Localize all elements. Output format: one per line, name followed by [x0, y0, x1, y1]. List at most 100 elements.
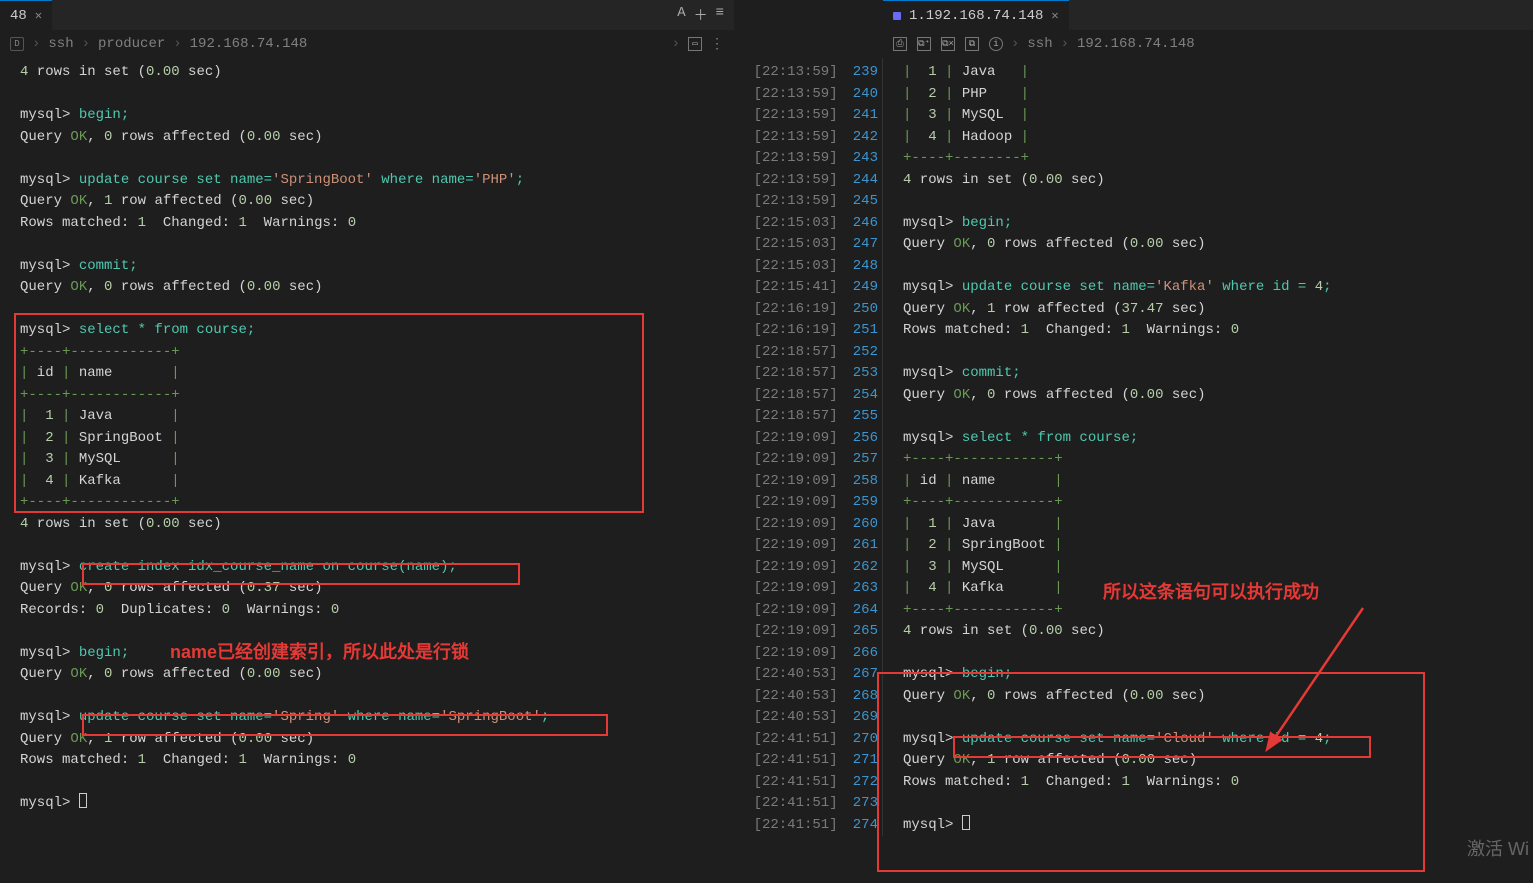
terminal-line: [903, 342, 1533, 364]
breadcrumb-item[interactable]: 192.168.74.148: [190, 36, 308, 52]
terminal-text: 2: [28, 428, 62, 450]
terminal-text: Java: [953, 514, 1054, 536]
add-icon[interactable]: ＋: [694, 5, 708, 25]
terminal-text: 1: [138, 750, 146, 772]
terminal-text: |: [945, 105, 953, 127]
terminal-text: 1: [28, 406, 62, 428]
new-term-icon[interactable]: ⧉⁺: [917, 37, 931, 51]
terminal-text: 1: [138, 213, 146, 235]
terminal-text: +----+------------+: [20, 492, 180, 514]
breadcrumb-item[interactable]: 192.168.74.148: [1077, 36, 1195, 52]
terminal-line: mysql> update course set name='Cloud' wh…: [903, 729, 1533, 751]
gutter-line: [22:19:09] 265: [734, 621, 878, 643]
terminal-text: MySQL: [953, 105, 1020, 127]
terminal-text: ;: [541, 707, 549, 729]
new-file-icon[interactable]: ⧉×: [941, 37, 955, 51]
terminal-line: 4 rows in set (0.00 sec): [903, 170, 1533, 192]
terminal-text: sec): [272, 729, 314, 751]
terminal-text: create index idx_course_name on course(n…: [79, 557, 457, 579]
terminal-text: PHP: [953, 84, 1020, 106]
terminal-text: 'Spring': [272, 707, 339, 729]
pin-icon[interactable]: ⎙: [893, 37, 907, 51]
gutter-line: [22:18:57] 253: [734, 363, 878, 385]
close-icon[interactable]: ✕: [1051, 8, 1058, 23]
terminal-line: | 1 | Java |: [20, 406, 734, 428]
terminal-line: [903, 256, 1533, 278]
terminal-text: mysql>: [20, 557, 79, 579]
terminal-text: |: [20, 406, 28, 428]
terminal-text: 0.00: [238, 191, 272, 213]
terminal-line: +----+------------+: [903, 492, 1533, 514]
terminal-text: OK: [953, 686, 970, 708]
terminal-text: Duplicates:: [104, 600, 222, 622]
terminal-text: ,: [87, 191, 104, 213]
more-icon[interactable]: ≡: [716, 5, 724, 25]
breadcrumb-item[interactable]: producer: [98, 36, 165, 52]
terminal-text: select * from course;: [962, 428, 1138, 450]
terminal-text: 4: [1315, 277, 1323, 299]
tab-title: 1.192.168.74.148: [909, 8, 1043, 24]
gutter-line: [22:19:09] 259: [734, 492, 878, 514]
left-tab[interactable]: 48 ✕: [0, 0, 52, 30]
terminal-text: 0: [987, 385, 995, 407]
breadcrumb-item[interactable]: ssh: [48, 36, 73, 52]
terminal-text: OK: [70, 729, 87, 751]
dup-icon[interactable]: ⧉: [965, 37, 979, 51]
terminal-text: 0: [222, 600, 230, 622]
terminal-text: +----+--------+: [903, 148, 1029, 170]
left-terminal[interactable]: 4 rows in set (0.00 sec) mysql> begin;Qu…: [0, 58, 734, 815]
chevron-right-icon: ›: [1011, 36, 1019, 52]
gutter-line: [22:13:59] 244: [734, 170, 878, 192]
terminal-text: 0.00: [1130, 234, 1164, 256]
terminal-text: |: [945, 62, 953, 84]
cursor-icon: [962, 815, 970, 830]
terminal-line: [20, 686, 734, 708]
gutter-line: [22:13:59] 239: [734, 62, 878, 84]
terminal-text: |: [945, 127, 953, 149]
terminal-icon[interactable]: D: [10, 37, 24, 51]
terminal-text: 'Cloud': [1155, 729, 1214, 751]
left-tab-bar: 48 ✕ A ＋ ≡: [0, 0, 734, 30]
terminal-text: OK: [70, 664, 87, 686]
terminal-line: | id | name |: [903, 471, 1533, 493]
close-icon[interactable]: ✕: [35, 8, 42, 23]
terminal-text: 0.00: [1130, 385, 1164, 407]
left-breadcrumb: D › ssh › producer › 192.168.74.148 › ▭ …: [0, 30, 734, 58]
terminal-text: |: [945, 471, 953, 493]
terminal-text: ,: [970, 750, 987, 772]
gutter-line: [22:16:19] 250: [734, 299, 878, 321]
terminal-text: mysql>: [903, 277, 962, 299]
terminal-text: rows affected (: [995, 385, 1129, 407]
terminal-line: | 3 | MySQL |: [20, 449, 734, 471]
terminal-line: [20, 234, 734, 256]
terminal-text: Warnings:: [247, 213, 348, 235]
gutter-line: [22:40:53] 269: [734, 707, 878, 729]
chevron-right-icon[interactable]: ›: [672, 36, 680, 52]
terminal-text: Query: [20, 277, 70, 299]
info-icon[interactable]: i: [989, 37, 1003, 51]
text-size-icon[interactable]: A: [677, 5, 685, 25]
terminal-text: Rows matched:: [20, 213, 138, 235]
terminal-text: Changed:: [1029, 320, 1121, 342]
right-tab[interactable]: 1.192.168.74.148 ✕: [883, 0, 1069, 30]
breadcrumb-item[interactable]: ssh: [1027, 36, 1052, 52]
right-terminal[interactable]: | 1 | Java || 2 | PHP || 3 | MySQL || 4 …: [883, 58, 1533, 836]
terminal-text: |: [945, 578, 953, 600]
terminal-text: 0.00: [146, 514, 180, 536]
terminal-text: 37.47: [1121, 299, 1163, 321]
terminal-text: |: [903, 127, 911, 149]
terminal-line: mysql> update course set name='SpringBoo…: [20, 170, 734, 192]
terminal-text: 1: [911, 514, 945, 536]
line-number-gutter: [22:13:59] 239[22:13:59] 240[22:13:59] 2…: [734, 58, 882, 836]
terminal-line: | 2 | SpringBoot |: [903, 535, 1533, 557]
terminal-line: +----+------------+: [20, 492, 734, 514]
terminal-line: Query OK, 0 rows affected (0.00 sec): [903, 686, 1533, 708]
terminal-text: 0.00: [247, 127, 281, 149]
terminal-text: Hadoop: [953, 127, 1020, 149]
terminal-line: [903, 406, 1533, 428]
kebab-icon[interactable]: ⋮: [710, 36, 724, 53]
terminal-line: [20, 84, 734, 106]
terminal-text: sec): [180, 514, 222, 536]
window-icon[interactable]: ▭: [688, 37, 702, 51]
terminal-text: begin;: [79, 105, 129, 127]
